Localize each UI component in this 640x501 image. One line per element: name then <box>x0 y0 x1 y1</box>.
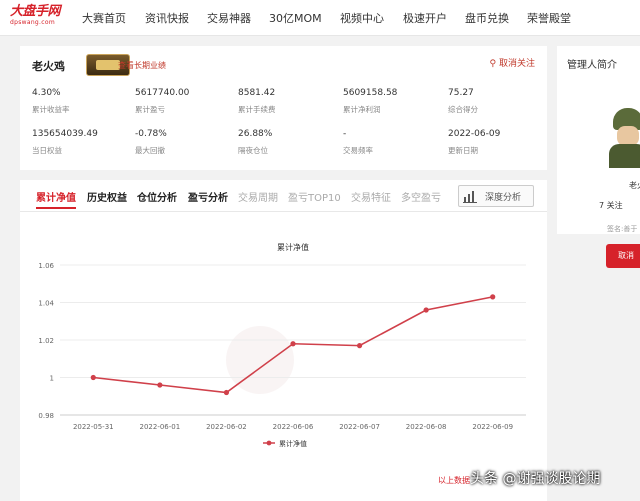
stat-value: 8581.42 <box>238 88 276 98</box>
top-nav: 大盘手网 dpswang.com 大赛首页 资讯快报 交易神器 30亿MOM 视… <box>0 0 640 36</box>
tab-5[interactable]: 盈亏TOP10 <box>288 189 341 204</box>
stat-label: 最大回撤 <box>135 146 165 155</box>
chart-title: 累计净值 <box>277 242 309 252</box>
nav-item-tools[interactable]: 交易神器 <box>207 10 251 26</box>
stat-value: 26.88% <box>238 129 273 139</box>
tab-7[interactable]: 多空盈亏 <box>401 189 441 204</box>
footer-note: 以上数据 <box>438 476 470 485</box>
nav-item-mom[interactable]: 30亿MOM <box>269 10 322 26</box>
bar-chart-icon <box>463 191 477 203</box>
manager-name: 老火 <box>629 181 640 190</box>
stat-label: 当日权益 <box>32 146 62 155</box>
tab-2[interactable]: 仓位分析 <box>137 189 177 204</box>
nav-line-chart: 累计净值 0.98 1 1.02 1.04 1.06 2022-05-31 2022-06-0… <box>38 242 526 448</box>
unfollow-button[interactable]: ⚲ 取消关注 <box>490 56 535 69</box>
x-tick-label: 2022-06-07 <box>339 423 380 431</box>
unfollow-label: 取消关注 <box>498 59 535 69</box>
data-point <box>157 382 163 388</box>
x-tick-label: 2022-05-31 <box>73 423 114 431</box>
history-link[interactable]: 查看长期业绩 <box>118 60 166 71</box>
data-point <box>290 341 296 347</box>
y-tick-label: 1.04 <box>38 300 54 308</box>
watermark-logo-icon <box>226 326 294 394</box>
stat-value: 135654039.49 <box>32 129 98 139</box>
stat-label: 累计净利润 <box>343 105 381 114</box>
stat-label: 累计盈亏 <box>135 105 165 114</box>
nav-item-news[interactable]: 资讯快报 <box>145 10 189 26</box>
profile-card: 老火鸡 查看长期业绩 ⚲ 取消关注 4.30% 累计收益率 5617740.00 累计… <box>20 46 547 170</box>
manager-unfollow-button[interactable]: 取消 <box>606 244 640 268</box>
stat-value: 4.30% <box>32 88 61 98</box>
x-tick-label: 2022-06-09 <box>472 423 513 431</box>
stat-value: 2022-06-09 <box>448 129 501 139</box>
y-tick-label: 1 <box>50 375 54 383</box>
data-point <box>423 307 429 313</box>
stat-label: 交易频率 <box>343 146 373 155</box>
stat-label: 更新日期 <box>448 146 478 155</box>
tab-4[interactable]: 交易周期 <box>238 189 278 204</box>
stat-label: 隔夜仓位 <box>238 146 268 155</box>
site-logo[interactable]: 大盘手网 dpswang.com <box>10 4 62 30</box>
stat-value: 5609158.58 <box>343 88 398 98</box>
stat-value: -0.78% <box>135 129 167 139</box>
manager-title: 管理人简介 <box>567 60 617 71</box>
stat-label: 累计收益率 <box>32 105 70 114</box>
data-point <box>490 294 496 300</box>
x-tick-label: 2022-06-02 <box>206 423 247 431</box>
chart-card: 累计净值 历史权益 仓位分析 盈亏分析 交易周期 盈亏TOP10 交易特征 多空盈亏 深度分析… <box>20 180 547 501</box>
x-tick-label: 2022-06-08 <box>406 423 447 431</box>
trader-name: 老火鸡 <box>32 60 65 73</box>
tab-0[interactable]: 累计净值 <box>36 189 76 209</box>
deep-analysis-button[interactable]: 深度分析 <box>458 185 534 207</box>
y-tick-label: 0.98 <box>38 412 54 420</box>
nav-item-video[interactable]: 视频中心 <box>340 10 384 26</box>
tab-6[interactable]: 交易特征 <box>351 189 391 204</box>
x-tick-label: 2022-06-06 <box>273 423 314 431</box>
x-tick-label: 2022-06-01 <box>140 423 181 431</box>
stat-label: 累计手续费 <box>238 105 276 114</box>
legend-marker <box>266 440 272 446</box>
y-tick-label: 1.02 <box>38 337 54 345</box>
manager-signature: 签名:善于 <box>607 225 638 233</box>
logo-main-text: 大盘手网 <box>10 4 61 19</box>
pin-icon: ⚲ <box>489 59 497 69</box>
stat-value: 5617740.00 <box>135 88 190 98</box>
data-point <box>223 389 230 396</box>
nav-item-honor[interactable]: 荣誉殿堂 <box>527 10 571 26</box>
nav-item-account[interactable]: 极速开户 <box>403 10 447 26</box>
watermark-text: 头条 @谢强谈股论期 <box>470 471 601 487</box>
stat-label: 综合得分 <box>448 105 478 114</box>
stat-value: - <box>343 129 347 139</box>
deep-analysis-label: 深度分析 <box>485 193 522 203</box>
data-point <box>90 374 96 381</box>
tab-3[interactable]: 盈亏分析 <box>188 189 228 204</box>
nav-item-home[interactable]: 大赛首页 <box>82 10 126 26</box>
tab-1[interactable]: 历史权益 <box>87 189 127 204</box>
logo-sub-text: dpswang.com <box>10 19 55 26</box>
follow-count: 7 关注 <box>599 201 623 210</box>
stat-value: 75.27 <box>448 88 474 98</box>
nav-item-exchange[interactable]: 盘币兑换 <box>465 10 509 26</box>
data-point <box>356 343 363 349</box>
y-tick-label: 1.06 <box>38 262 54 270</box>
legend-label: 累计净值 <box>279 439 307 448</box>
avatar <box>607 108 640 168</box>
manager-card: 管理人简介 老火 7 关注 签名:善于 取消 <box>557 46 640 268</box>
